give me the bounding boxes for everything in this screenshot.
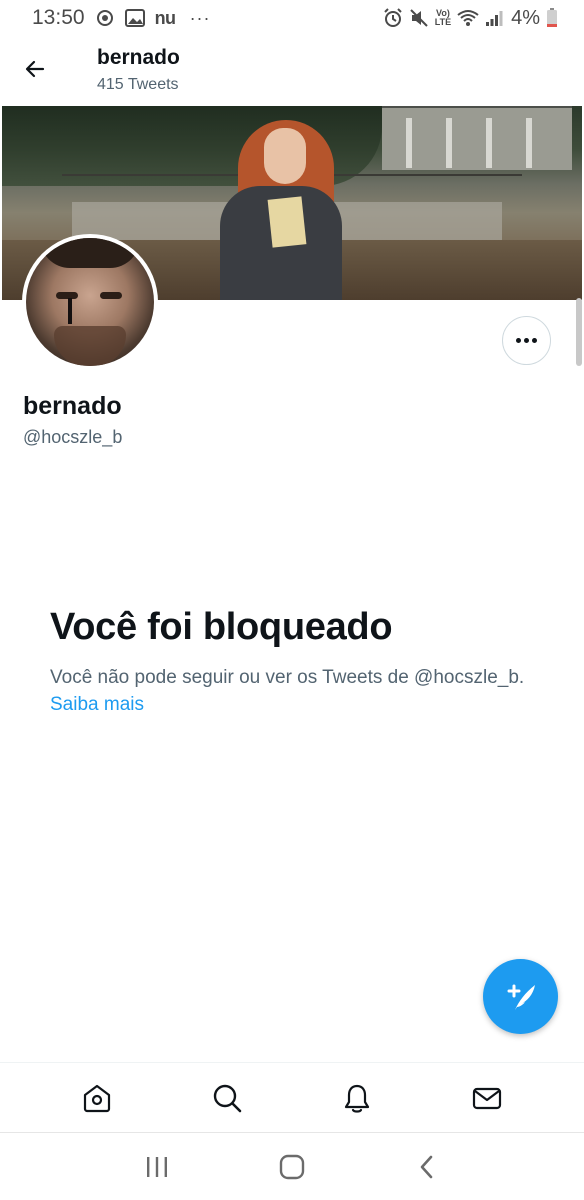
- avatar-image: [26, 238, 154, 366]
- wifi-icon: [457, 9, 479, 27]
- avatar-mark: [68, 298, 72, 324]
- profile-handle: @hocszle_b: [23, 427, 123, 447]
- scroll-indicator[interactable]: [576, 298, 582, 366]
- tweet-count: 415 Tweets: [97, 76, 179, 93]
- more-notifications-icon: ···: [189, 7, 211, 28]
- recents-button[interactable]: [127, 1139, 187, 1195]
- compose-icon: [507, 984, 535, 1010]
- battery-icon: [546, 8, 558, 28]
- profile-name: bernado: [23, 392, 122, 420]
- banner-person-face: [264, 128, 306, 184]
- blocked-description: Você não pode seguir ou ver os Tweets de…: [50, 667, 525, 688]
- lte-label: LTE: [434, 17, 452, 27]
- avatar-hair: [40, 238, 140, 268]
- more-icon: [524, 338, 529, 343]
- nav-home-button[interactable]: [67, 1068, 127, 1128]
- status-right: Vo) LTE 4%: [383, 7, 558, 30]
- home-icon: [83, 1084, 111, 1112]
- search-icon: [213, 1084, 242, 1112]
- messages-icon: [472, 1087, 502, 1109]
- arrow-left-icon: [25, 60, 45, 78]
- banner-pillar: [446, 118, 452, 168]
- recents-icon: [147, 1156, 168, 1177]
- system-nav: [0, 1132, 584, 1200]
- banner-person-paper: [267, 196, 307, 248]
- more-icon: [532, 338, 537, 343]
- avatar[interactable]: [22, 234, 158, 370]
- system-home-button[interactable]: [262, 1139, 322, 1195]
- banner-pillar: [406, 118, 412, 168]
- mute-icon: [409, 8, 429, 28]
- notifications-icon: [344, 1084, 370, 1113]
- sync-icon: [95, 8, 115, 28]
- nav-search-button[interactable]: [197, 1068, 257, 1128]
- avatar-beard: [54, 326, 126, 366]
- home-icon: [279, 1154, 305, 1179]
- alarm-icon: [383, 8, 403, 28]
- more-icon: [516, 338, 521, 343]
- status-left: 13:50 nu ···: [32, 6, 211, 30]
- learn-more-link[interactable]: Saiba mais: [50, 694, 144, 716]
- back-icon: [420, 1155, 432, 1178]
- bottom-nav: [0, 1062, 584, 1132]
- banner-pillar: [526, 118, 532, 168]
- banner-pillar: [486, 118, 492, 168]
- status-time: 13:50: [32, 6, 85, 29]
- blocked-title: Você foi bloqueado: [50, 606, 393, 648]
- avatar-eye: [100, 292, 122, 299]
- more-options-button[interactable]: [502, 316, 551, 365]
- battery-percent: 4%: [511, 6, 540, 29]
- volte-indicator: Vo) LTE: [435, 9, 451, 27]
- nav-notifications-button[interactable]: [327, 1068, 387, 1128]
- status-bar: 13:50 nu ··· Vo) LTE 4%: [0, 0, 584, 36]
- avatar-eye: [56, 292, 78, 299]
- header-title: bernado: [97, 46, 180, 69]
- system-back-button[interactable]: [397, 1139, 457, 1195]
- profile-header: bernado 415 Tweets: [0, 36, 584, 106]
- nav-messages-button[interactable]: [457, 1068, 517, 1128]
- carrier-logo: nu: [154, 7, 177, 28]
- compose-tweet-button[interactable]: [483, 959, 558, 1034]
- signal-icon: [485, 9, 503, 27]
- image-icon: [124, 9, 145, 27]
- back-button[interactable]: [20, 54, 50, 84]
